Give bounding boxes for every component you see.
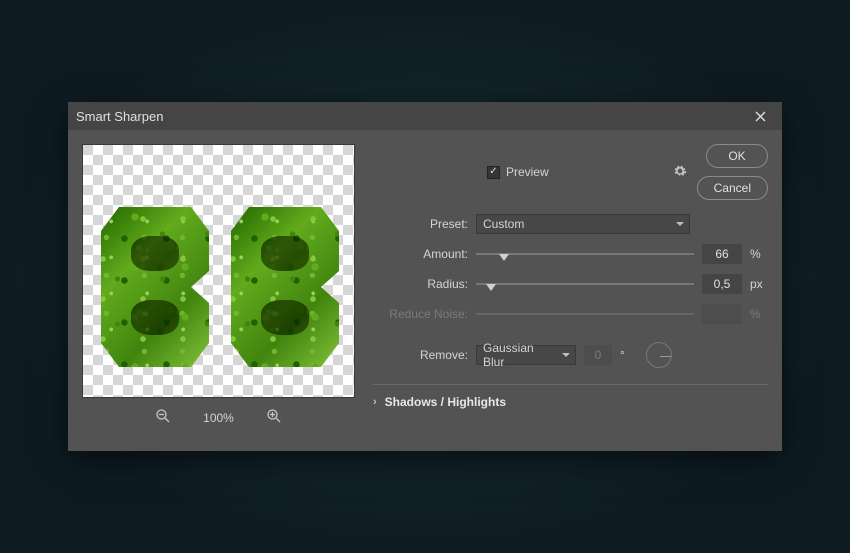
radius-row: Radius: 0,5 px: [373, 270, 768, 298]
amount-slider[interactable]: [476, 244, 694, 264]
radius-unit: px: [750, 277, 768, 291]
ok-button[interactable]: OK: [706, 144, 768, 168]
preset-select[interactable]: Custom: [476, 214, 690, 234]
cancel-button[interactable]: Cancel: [697, 176, 768, 200]
radius-label: Radius:: [373, 277, 468, 291]
chevron-right-icon: ›: [373, 396, 377, 408]
reduce-noise-row: Reduce Noise: %: [373, 300, 768, 328]
amount-unit: %: [750, 247, 768, 261]
angle-dial[interactable]: [646, 342, 672, 368]
remove-label: Remove:: [373, 348, 468, 362]
reduce-noise-label: Reduce Noise:: [373, 307, 468, 321]
reduce-noise-unit: %: [750, 307, 768, 321]
radius-slider[interactable]: [476, 274, 694, 294]
section-label: Shadows / Highlights: [385, 395, 506, 409]
dialog-title: Smart Sharpen: [76, 109, 163, 124]
settings-gear-icon[interactable]: [673, 164, 687, 181]
remove-row: Remove: Gaussian Blur 0 °: [373, 338, 768, 372]
radius-input[interactable]: 0,5: [702, 274, 742, 294]
preview-image[interactable]: [82, 144, 355, 398]
preview-panel: 100%: [82, 144, 355, 437]
reduce-noise-slider: [476, 304, 694, 324]
zoom-in-button[interactable]: [266, 408, 282, 427]
reduce-noise-input: [702, 304, 742, 324]
divider: [373, 384, 768, 385]
remove-angle-unit: °: [620, 348, 638, 362]
zoom-level: 100%: [203, 411, 234, 425]
close-button[interactable]: [746, 102, 774, 130]
remove-select[interactable]: Gaussian Blur: [476, 345, 576, 365]
preview-checkbox[interactable]: ✓: [487, 166, 500, 179]
preset-row: Preset: Custom: [373, 210, 768, 238]
amount-label: Amount:: [373, 247, 468, 261]
remove-angle-input: 0: [584, 345, 612, 365]
amount-row: Amount: 66 %: [373, 240, 768, 268]
zoom-out-button[interactable]: [155, 408, 171, 427]
preview-checkbox-label: Preview: [506, 165, 549, 179]
amount-input[interactable]: 66: [702, 244, 742, 264]
titlebar: Smart Sharpen: [68, 102, 782, 130]
preset-label: Preset:: [373, 217, 468, 231]
shadows-highlights-section[interactable]: › Shadows / Highlights: [373, 395, 768, 409]
smart-sharpen-dialog: Smart Sharpen 100%: [68, 102, 782, 451]
controls-panel: ✓ Preview OK Cancel Preset: Custom Amoun…: [373, 144, 768, 437]
